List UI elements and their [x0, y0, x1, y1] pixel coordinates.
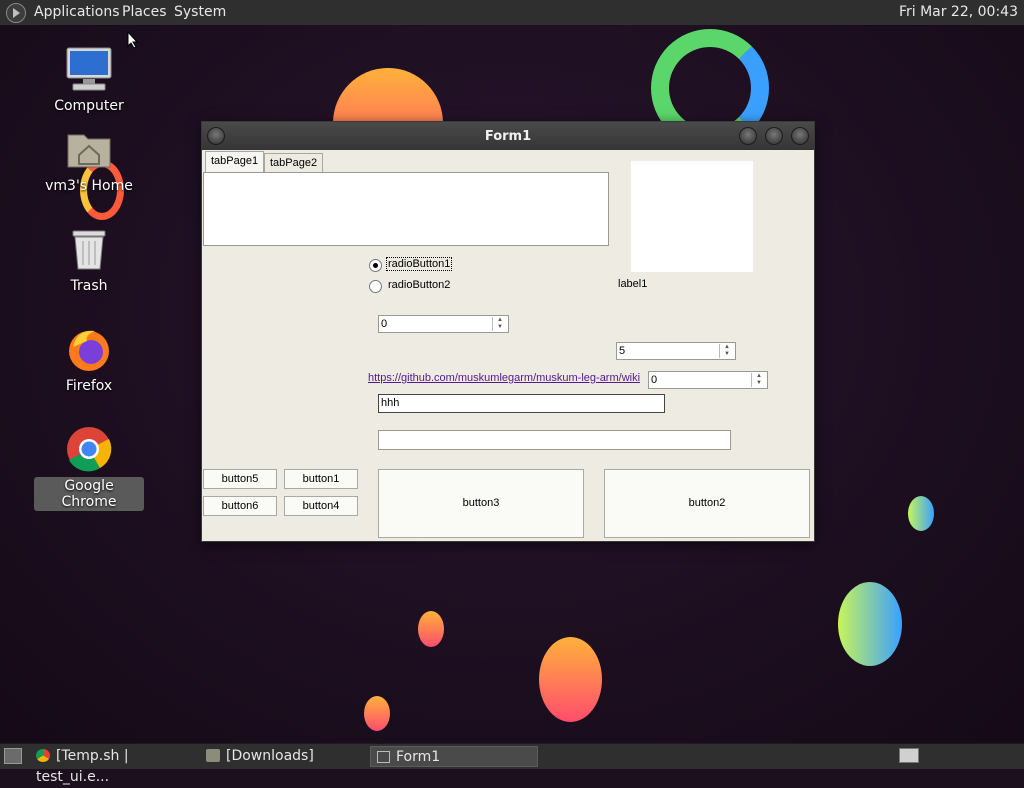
radio-indicator[interactable] — [369, 259, 382, 272]
desktop-icon-label: Computer — [54, 98, 124, 114]
workspace-switcher-icon[interactable] — [899, 748, 919, 763]
applications-menu[interactable]: Applications — [34, 4, 120, 20]
desktop-icon-label: Firefox — [65, 378, 113, 394]
window-titlebar[interactable]: Form1 — [202, 122, 814, 150]
clock[interactable]: Fri Mar 22, 00:43 — [899, 4, 1018, 20]
wallpaper-blob — [418, 611, 444, 647]
spin-up-icon[interactable]: ▲ — [493, 317, 507, 324]
form1-window: Form1 tabPage1 tabPage2 label1 radioButt… — [201, 121, 815, 542]
picture-box — [631, 161, 753, 272]
wallpaper-blob — [539, 637, 602, 722]
mouse-cursor-icon — [127, 31, 139, 49]
show-desktop-icon[interactable] — [4, 748, 22, 764]
taskbar-item-downloads[interactable]: [Downloads] — [206, 746, 366, 767]
spin-arrows[interactable]: ▲ ▼ — [719, 344, 734, 358]
window-title: Form1 — [484, 129, 532, 144]
folder-icon — [206, 749, 220, 762]
spin-arrows[interactable]: ▲ ▼ — [751, 373, 766, 387]
desktop-icon-label: Google Chrome — [34, 477, 144, 511]
wallpaper-blob — [838, 582, 902, 666]
textbox-1[interactable]: hhh — [378, 394, 665, 413]
home-folder-icon — [65, 125, 113, 173]
places-menu[interactable]: Places — [122, 4, 167, 20]
taskbar-item-label: [Downloads] — [226, 748, 314, 764]
radio-label: radioButton1 — [385, 257, 453, 271]
numeric-updown-1[interactable]: 0 ▲ ▼ — [378, 315, 509, 333]
button1[interactable]: button1 — [284, 469, 358, 489]
spin-value: 5 — [619, 345, 626, 357]
desktop-icon-label: Trash — [70, 278, 108, 294]
button2[interactable]: button2 — [604, 469, 810, 538]
desktop-icon-label: vm3's Home — [45, 178, 133, 194]
taskbar-item-terminal[interactable]: [Temp.sh | test_ui.e... — [36, 746, 196, 785]
close-button[interactable] — [791, 127, 809, 145]
spin-down-icon[interactable]: ▼ — [493, 324, 507, 331]
firefox-icon — [65, 325, 113, 373]
spin-up-icon[interactable]: ▲ — [720, 344, 734, 351]
spin-value: 0 — [651, 374, 658, 386]
top-panel: Applications Places System Fri Mar 22, 0… — [0, 0, 1024, 26]
button4[interactable]: button4 — [284, 496, 358, 516]
label1: label1 — [618, 278, 648, 290]
window-icon — [377, 751, 390, 763]
desktop-icon-home[interactable]: vm3's Home — [34, 125, 144, 195]
desktop-icon-chrome[interactable]: Google Chrome — [34, 425, 144, 511]
radio-label: radioButton2 — [388, 279, 451, 291]
desktop-icon-computer[interactable]: Computer — [34, 45, 144, 115]
spin-arrows[interactable]: ▲ ▼ — [492, 317, 507, 331]
minimize-button[interactable] — [739, 127, 757, 145]
radio-button-2[interactable]: radioButton2 — [369, 278, 469, 294]
numeric-updown-3[interactable]: 0 ▲ ▼ — [648, 371, 768, 389]
bottom-panel: [Temp.sh | test_ui.e... [Downloads] Form… — [0, 743, 1024, 785]
radio-indicator[interactable] — [369, 280, 382, 293]
textbox-value: hhh — [381, 397, 400, 409]
mate-logo-icon[interactable] — [6, 3, 26, 23]
button5[interactable]: button5 — [203, 469, 277, 489]
tab-panel — [203, 172, 609, 246]
desktop-icon-trash[interactable]: Trash — [34, 225, 144, 295]
maximize-button[interactable] — [765, 127, 783, 145]
numeric-updown-2[interactable]: 5 ▲ ▼ — [616, 342, 736, 360]
tab-page1[interactable]: tabPage1 — [205, 151, 265, 172]
system-menu[interactable]: System — [174, 4, 226, 20]
spin-down-icon[interactable]: ▼ — [752, 380, 766, 387]
radio-button-1[interactable]: radioButton1 — [369, 257, 469, 273]
textbox-2[interactable] — [378, 430, 731, 450]
spin-up-icon[interactable]: ▲ — [752, 373, 766, 380]
trash-icon — [65, 225, 113, 273]
button6[interactable]: button6 — [203, 496, 277, 516]
chrome-icon — [36, 749, 50, 762]
button3[interactable]: button3 — [378, 469, 584, 538]
wallpaper-blob — [908, 496, 934, 531]
taskbar-item-form1[interactable]: Form1 — [370, 746, 538, 767]
desktop-icon-firefox[interactable]: Firefox — [34, 325, 144, 395]
computer-icon — [65, 45, 113, 93]
link-label[interactable]: https://github.com/muskumlegarm/muskum-l… — [368, 372, 640, 384]
taskbar-item-label: Form1 — [396, 749, 441, 765]
spin-value: 0 — [381, 318, 388, 330]
form-client-area: tabPage1 tabPage2 label1 radioButton1 ra… — [202, 150, 814, 541]
spin-down-icon[interactable]: ▼ — [720, 351, 734, 358]
wallpaper-blob — [364, 696, 390, 731]
tab-page2[interactable]: tabPage2 — [264, 153, 324, 172]
chrome-icon — [65, 425, 113, 473]
